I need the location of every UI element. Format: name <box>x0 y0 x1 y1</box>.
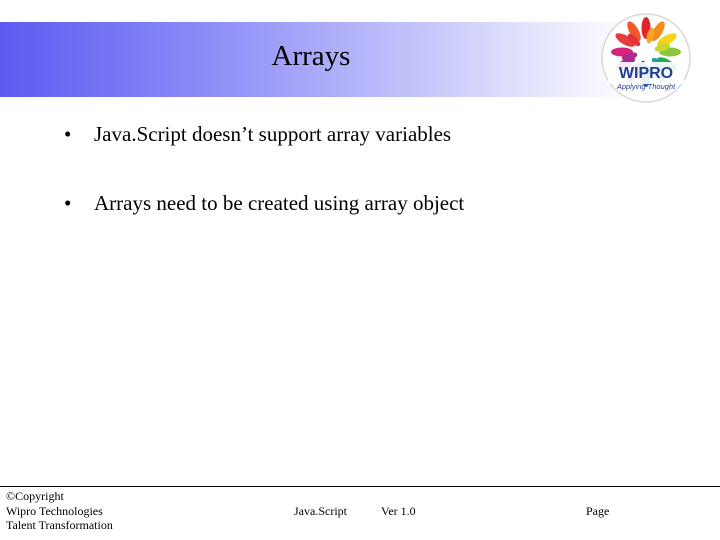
footer-version: Ver 1.0 <box>381 504 416 518</box>
wipro-logo: WIPRO Applying Thought <box>596 12 696 104</box>
footer-copyright-block: ©Copyright Wipro Technologies Talent Tra… <box>6 489 113 533</box>
footer-company: Wipro Technologies <box>6 503 103 518</box>
footer-topic: Java.Script <box>294 504 347 518</box>
footer-copyright: ©Copyright <box>6 489 64 503</box>
bullet-text: Java.Script doesn’t support array variab… <box>94 122 452 146</box>
bullet-text: Arrays need to be created using array ob… <box>94 191 465 215</box>
bullet-dot: • <box>64 191 72 215</box>
slide-title: Arrays <box>271 40 351 72</box>
logo-tagline: Applying Thought <box>616 82 676 91</box>
footer-page-label: Page <box>586 504 610 518</box>
footer-department: Talent Transformation <box>6 518 113 532</box>
logo-text: WIPRO <box>619 65 673 82</box>
bullet-item: • Java.Script doesn’t support array varia… <box>64 121 451 147</box>
footer-divider <box>0 486 720 487</box>
bullet-item: • Arrays need to be created using array o… <box>64 190 464 216</box>
bullet-dot: • <box>64 122 72 146</box>
